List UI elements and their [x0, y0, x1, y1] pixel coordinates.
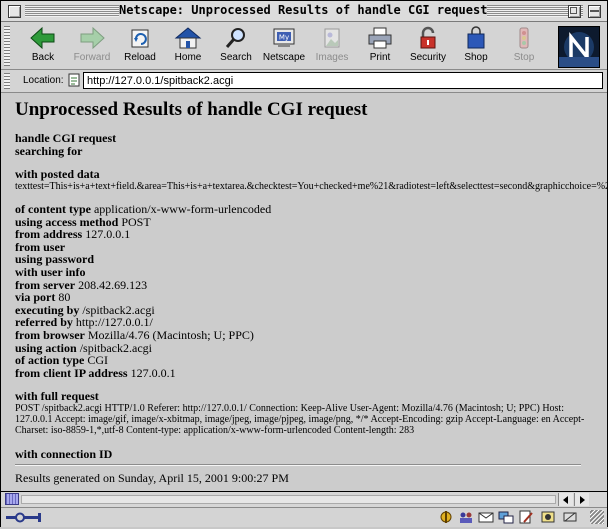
request-field-row: from client IP address 127.0.0.1	[15, 365, 607, 380]
netscape-label: Netscape	[262, 52, 306, 63]
print-icon	[365, 26, 395, 50]
stop-icon	[509, 26, 539, 50]
forward-label: Forward	[73, 52, 111, 63]
zoom-box[interactable]	[568, 5, 581, 18]
request-field-row: from server 208.42.69.123	[15, 277, 607, 292]
print-label: Print	[369, 52, 391, 63]
request-field-row: from user	[15, 240, 607, 254]
close-box[interactable]	[8, 5, 21, 18]
horizontal-scrollbar[interactable]	[1, 491, 607, 507]
window-resize-grip[interactable]	[590, 510, 604, 524]
search-button[interactable]: Search	[210, 24, 262, 68]
status-security-lock-icon[interactable]	[5, 510, 53, 524]
field-label: from client IP address	[15, 365, 128, 380]
discussion-component-icon[interactable]	[498, 510, 514, 524]
scroll-left-arrow-icon[interactable]	[558, 493, 573, 506]
shop-label: Shop	[464, 52, 488, 63]
home-button[interactable]: Home	[162, 24, 214, 68]
toolbar-collapse-grip[interactable]	[4, 26, 10, 66]
scroll-right-arrow-icon[interactable]	[574, 493, 589, 506]
request-fields-list: of content type application/x-www-form-u…	[15, 203, 607, 379]
scroll-thumb[interactable]	[5, 493, 19, 505]
page-proxy-icon[interactable]	[67, 73, 81, 87]
collapse-box[interactable]	[588, 5, 601, 18]
location-label: Location:	[23, 75, 64, 86]
home-icon	[173, 26, 203, 50]
back-label: Back	[31, 52, 55, 63]
status-bar	[1, 507, 607, 527]
page-title: Unprocessed Results of handle CGI reques…	[15, 99, 368, 120]
reload-icon	[125, 26, 155, 50]
field-value: 127.0.0.1	[85, 227, 131, 242]
images-label: Images	[315, 52, 349, 63]
images-button[interactable]: Images	[306, 24, 358, 68]
intro-line: searching for	[15, 143, 607, 158]
images-icon	[317, 26, 347, 50]
title-bar[interactable]: Netscape: Unprocessed Results of handle …	[1, 1, 607, 22]
navigator-component-icon[interactable]	[438, 510, 454, 524]
security-button[interactable]: Security	[402, 24, 454, 68]
field-value: 127.0.0.1	[130, 365, 176, 380]
posted-data-text: texttest=This+is+a+text+field.&area=This…	[15, 180, 607, 192]
stop-button[interactable]: Stop	[498, 24, 550, 68]
print-button[interactable]: Print	[354, 24, 406, 68]
navigation-toolbar: Back Forward Reload Home Search My Netsc…	[1, 22, 607, 70]
scroll-track[interactable]	[21, 495, 556, 504]
search-icon	[221, 26, 251, 50]
scrollbar-corner	[590, 493, 607, 506]
title-bar-stripes-left	[25, 5, 119, 17]
full-request-text: POST /spitback2.acgi HTTP/1.0 Referer: h…	[15, 402, 585, 437]
netscape-n-logo-icon[interactable]	[558, 26, 600, 68]
posted-data-label: with posted data	[15, 167, 100, 182]
people-component-icon[interactable]	[458, 510, 474, 524]
offline-component-icon[interactable]	[562, 510, 578, 524]
forward-button[interactable]: Forward	[66, 24, 118, 68]
window-title: Netscape: Unprocessed Results of handle …	[119, 3, 488, 17]
field-value: 208.42.69.123	[78, 277, 148, 292]
browser-window: Netscape: Unprocessed Results of handle …	[0, 0, 608, 527]
security-lock-icon	[413, 26, 443, 50]
search-label: Search	[220, 52, 252, 63]
shop-bag-icon	[461, 26, 491, 50]
composer-component-icon[interactable]	[518, 510, 534, 524]
netscape-my-icon: My	[269, 26, 299, 50]
shop-button[interactable]: Shop	[450, 24, 502, 68]
location-bar: Location:	[1, 70, 607, 93]
security-label: Security	[409, 52, 447, 63]
my-netscape-button[interactable]: My Netscape	[258, 24, 310, 68]
back-arrow-icon	[28, 26, 58, 50]
intro-text: searching for	[15, 143, 83, 158]
horizontal-rule	[15, 464, 581, 467]
mail-component-icon[interactable]	[478, 510, 494, 524]
aim-component-icon[interactable]	[540, 510, 556, 524]
home-label: Home	[174, 52, 202, 63]
request-field-row: using password	[15, 253, 607, 266]
request-field-row: from address 127.0.0.1	[15, 228, 607, 241]
page-content[interactable]: Unprocessed Results of handle CGI reques…	[1, 93, 607, 490]
forward-arrow-icon	[77, 26, 107, 50]
reload-label: Reload	[124, 52, 156, 63]
url-input[interactable]	[83, 72, 603, 89]
location-bar-collapse-grip[interactable]	[4, 73, 10, 89]
svg-text:My: My	[279, 34, 289, 42]
full-request-label: with full request	[15, 389, 99, 404]
connection-id-label: with connection ID	[15, 446, 113, 461]
results-footer: Results generated on Sunday, April 15, 2…	[15, 471, 289, 486]
reload-button[interactable]: Reload	[114, 24, 166, 68]
stop-label: Stop	[513, 52, 535, 63]
back-button[interactable]: Back	[17, 24, 69, 68]
intro-line: handle CGI request	[15, 132, 607, 145]
